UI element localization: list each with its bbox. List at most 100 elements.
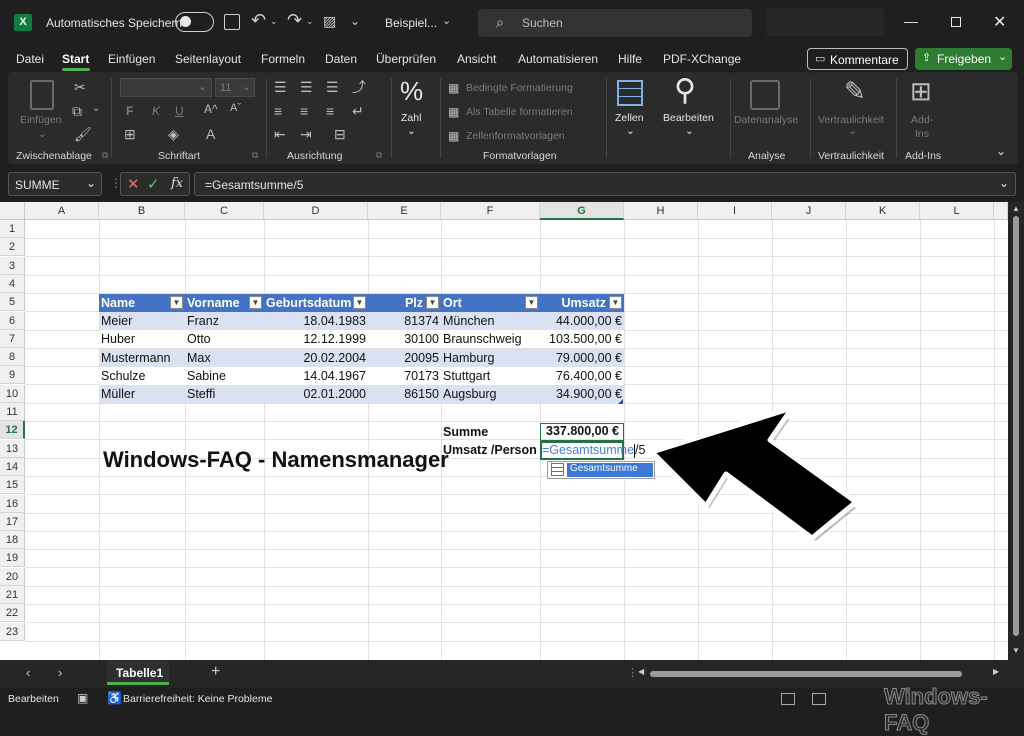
column-header-k[interactable]: K [846,202,920,220]
file-name-dropdown-icon[interactable]: ⌄ [442,14,451,27]
tab-datei[interactable]: Datei [16,52,44,66]
table-cell[interactable]: 02.01.2000 [264,385,368,403]
tab-daten[interactable]: Daten [325,52,357,66]
table-cell[interactable]: Sabine [185,367,264,385]
column-header-d[interactable]: D [264,202,368,220]
prev-sheet-icon[interactable]: ‹ [26,665,30,680]
table-cell[interactable]: Steffi [185,385,264,403]
tab-start[interactable]: Start [62,52,89,66]
table-cell[interactable]: 86150 [368,385,441,403]
row-header-13[interactable]: 13 [0,439,25,458]
row-header-18[interactable]: 18 [0,531,25,550]
cells-icon[interactable] [617,80,643,106]
paste-button[interactable]: Einfügen [20,114,61,126]
file-name[interactable]: Beispiel... [385,16,437,30]
select-all-corner[interactable] [0,202,25,220]
table-cell[interactable]: 103.500,00 € [540,330,624,348]
table-cell[interactable]: München [441,312,540,330]
align-top-icon[interactable]: ☰ [274,80,287,94]
table-cell[interactable]: Braunschweig [441,330,540,348]
table-cell[interactable]: 12.12.1999 [264,330,368,348]
redo-icon[interactable]: ↷ [287,10,302,31]
row-header-6[interactable]: 6 [0,311,25,330]
align-center-icon[interactable]: ≡ [300,104,308,118]
row-header-16[interactable]: 16 [0,494,25,513]
table-cell[interactable]: Stuttgart [441,367,540,385]
share-button[interactable]: ⇪ Freigeben ⌄ [915,48,1012,70]
percent-icon[interactable]: % [400,78,423,104]
sheet-title[interactable]: Windows-FAQ - Namensmanager [101,442,451,478]
paste-icon[interactable] [30,80,54,110]
worksheet-grid[interactable]: A B C D E F G H I J K L 1 2 3 4 5 6 7 8 9 10 11 12 1… [0,202,1024,660]
increase-font-icon[interactable]: A^ [204,103,218,115]
table-cell[interactable]: 20.02.2004 [264,349,368,367]
tab-formeln[interactable]: Formeln [261,52,305,66]
addins-button-line2[interactable]: Ins [915,128,929,140]
table-cell[interactable]: 20095 [368,349,441,367]
column-header-l[interactable]: L [920,202,994,220]
table-cell[interactable]: Huber [99,330,185,348]
undo-dropdown-icon[interactable]: ⌄ [270,16,278,27]
align-bottom-icon[interactable]: ☰ [326,80,339,94]
filter-dropdown-icon[interactable]: ▼ [609,296,622,309]
wrap-text-icon[interactable]: ↵ [352,104,364,118]
row-header-1[interactable]: 1 [0,220,25,238]
comments-button[interactable]: ▭ Kommentare [807,48,908,70]
table-cell[interactable]: Müller [99,385,185,403]
horizontal-scroll-thumb[interactable] [650,671,962,677]
alignment-launcher-icon[interactable]: ⧉ [376,150,382,161]
row-header-17[interactable]: 17 [0,512,25,531]
insert-function-icon[interactable]: fx [171,176,183,191]
number-format-button[interactable]: Zahl [401,112,421,124]
account-area[interactable] [766,8,884,36]
table-cell[interactable]: Augsburg [441,385,540,403]
table-cell[interactable]: 76.400,00 € [540,367,624,385]
table-cell[interactable]: 18.04.1983 [264,312,368,330]
next-sheet-icon[interactable]: › [58,665,62,680]
format-painter-icon[interactable]: 🖌 [74,127,92,141]
table-cell[interactable]: 70173 [368,367,441,385]
cell-styles-button[interactable]: Zellenformatvorlagen [466,130,565,142]
table-cell[interactable]: Otto [185,330,264,348]
filter-dropdown-icon[interactable]: ▼ [426,296,439,309]
copy-dropdown-icon[interactable]: ⌄ [92,104,100,114]
fill-color-icon[interactable]: ◈ [168,127,179,141]
share-dropdown-icon[interactable]: ⌄ [998,50,1007,63]
underline-button[interactable]: U [175,104,184,118]
name-box[interactable]: SUMME ⌄ [8,172,102,196]
column-header-c[interactable]: C [185,202,264,220]
macro-record-icon[interactable]: ▣ [77,691,88,705]
name-box-dropdown-icon[interactable]: ⌄ [86,176,96,190]
filter-dropdown-icon[interactable]: ▼ [249,296,262,309]
column-header-a[interactable]: A [25,202,99,220]
column-header-g[interactable]: G [540,202,624,220]
scroll-left-icon[interactable]: ◀ [638,667,644,676]
formula-input[interactable]: =Gesamtsumme/5 ⌄ [194,172,1016,196]
normal-view-icon[interactable] [781,693,795,705]
row-header-23[interactable]: 23 [0,622,25,641]
decrease-indent-icon[interactable]: ⇤ [274,127,286,141]
borders-icon[interactable]: ⊞ [124,127,136,141]
table-cell[interactable]: Mustermann [99,349,185,367]
accessibility-status[interactable]: Barrierefreiheit: Keine Probleme [123,693,272,705]
font-launcher-icon[interactable]: ⧉ [252,150,258,161]
table-cell[interactable]: 81374 [368,312,441,330]
column-header-i[interactable]: I [698,202,772,220]
row-header-2[interactable]: 2 [0,238,25,257]
tab-einfuegen[interactable]: Einfügen [108,52,155,66]
merge-cells-icon[interactable]: ⊟ [334,127,346,141]
row-header-15[interactable]: 15 [0,476,25,495]
column-header-m[interactable] [994,202,1008,220]
align-left-icon[interactable]: ≡ [274,104,282,118]
sheet-tab-tabelle1[interactable]: Tabelle1 [107,660,169,685]
filter-dropdown-icon[interactable]: ▼ [525,296,538,309]
redo-dropdown-icon[interactable]: ⌄ [306,16,314,27]
table-cell[interactable]: 34.900,00 € [540,385,624,403]
increase-indent-icon[interactable]: ⇥ [300,127,312,141]
tab-seitenlayout[interactable]: Seitenlayout [175,52,241,66]
column-header-j[interactable]: J [772,202,846,220]
number-format-dropdown-icon[interactable]: ⌄ [407,125,416,137]
format-as-table-icon[interactable]: ▦ [448,106,459,118]
sensitivity-icon[interactable]: ✎ [844,78,866,104]
row-header-14[interactable]: 14 [0,457,25,476]
